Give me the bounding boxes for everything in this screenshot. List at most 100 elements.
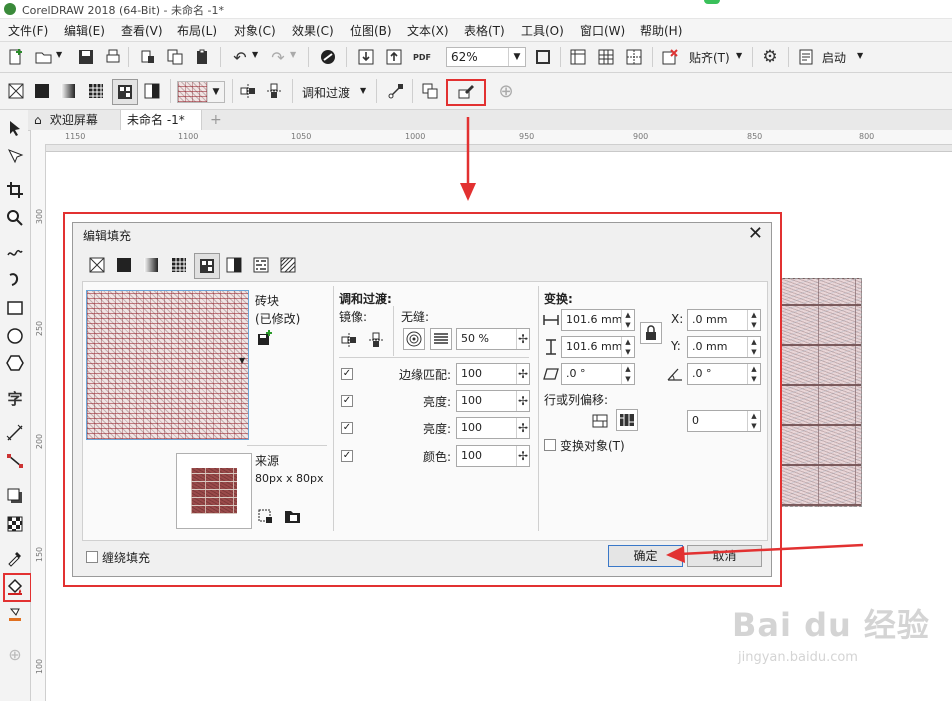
mirror-vertical-icon[interactable] [264,81,284,101]
bitmap-pattern-fill-icon[interactable] [112,79,138,105]
uniform-fill-icon[interactable] [32,81,52,101]
texture-fill-icon[interactable] [251,255,271,275]
chevron-down-icon[interactable]: ▼ [56,50,62,59]
uniform-fill-icon[interactable] [114,255,134,275]
corel-connect-icon[interactable] [318,47,338,67]
two-color-pattern-icon[interactable] [224,255,244,275]
menu-text[interactable]: 文本(X) [407,22,449,39]
menu-view[interactable]: 查看(V) [121,22,163,39]
brightness-input-2[interactable]: 100 ✢ [456,417,530,439]
drop-shadow-icon[interactable] [5,486,25,506]
import-icon[interactable] [356,47,376,67]
print-icon[interactable] [103,47,123,67]
mirror-vertical-icon[interactable] [366,330,386,350]
menu-file[interactable]: 文件(F) [8,22,48,39]
parallel-dimension-icon[interactable] [5,423,25,443]
snap-off-icon[interactable] [660,47,680,67]
save-pattern-icon[interactable] [255,328,275,348]
no-fill-icon[interactable] [87,255,107,275]
close-icon[interactable]: ✕ [748,223,763,244]
open-folder-icon[interactable] [34,47,54,67]
column-offset-icon[interactable] [616,409,638,431]
cut-icon[interactable] [138,47,158,67]
color-input[interactable]: 100 ✢ [456,445,530,467]
shape-tool-icon[interactable] [5,146,25,166]
chevron-down-icon[interactable]: ▼ [736,51,742,60]
mirror-horizontal-icon[interactable] [339,330,359,350]
menu-help[interactable]: 帮助(H) [640,22,682,39]
edge-match-input[interactable]: 100 ✢ [456,363,530,385]
export-icon[interactable] [384,47,404,67]
transform-object-checkbox[interactable] [544,439,556,451]
snap-to-button[interactable]: 贴齐(T) [689,49,730,66]
x-offset-input[interactable]: .0 mm ▲ ▼ [687,309,761,331]
rotate-input[interactable]: .0 ° ▲ ▼ [687,363,761,385]
spinner-arrows-icon[interactable]: ▲ ▼ [621,310,634,330]
pattern-picker[interactable]: ▼ [177,81,225,103]
pattern-preview[interactable] [86,290,249,440]
undo-icon[interactable]: ↶ [230,47,250,67]
paste-icon[interactable] [193,47,213,67]
fountain-fill-icon[interactable] [141,255,161,275]
freehand-tool-icon[interactable] [5,242,25,262]
vector-pattern-fill-icon[interactable] [169,255,189,275]
chevron-down-icon[interactable]: ▼ [857,51,863,60]
connector-tool-icon[interactable] [5,451,25,471]
polygon-tool-icon[interactable] [5,353,25,373]
slider-handle-icon[interactable]: ✢ [516,329,529,349]
mirror-horizontal-icon[interactable] [238,81,258,101]
edge-match-checkbox[interactable]: ✓ [341,368,353,380]
brightness-checkbox-1[interactable]: ✓ [341,395,353,407]
new-document-icon[interactable] [6,47,26,67]
zoom-level-select[interactable]: 62% ▼ [446,47,526,67]
color-checkbox[interactable]: ✓ [341,450,353,462]
postscript-fill-icon[interactable] [278,255,298,275]
spinner-arrows-icon[interactable]: ▲ ▼ [621,364,634,384]
launch-button[interactable]: 启动 [822,49,846,66]
slider-handle-icon[interactable]: ✢ [516,418,529,438]
pattern-height-input[interactable]: 101.6 mm ▲ ▼ [561,336,635,358]
menu-table[interactable]: 表格(T) [464,22,505,39]
menu-edit[interactable]: 编辑(E) [64,22,105,39]
two-color-pattern-icon[interactable] [142,81,162,101]
menu-layout[interactable]: 布局(L) [177,22,217,39]
guidelines-icon[interactable] [624,47,644,67]
menu-object[interactable]: 对象(C) [234,22,276,39]
transparency-tool-icon[interactable] [5,514,25,534]
blend-transition-button[interactable]: 调和过渡 [302,84,350,101]
tab-welcome[interactable]: ⌂ 欢迎屏幕 [28,110,118,130]
slider-handle-icon[interactable]: ✢ [516,391,529,411]
linear-seamless-icon[interactable] [430,328,452,350]
pdf-icon[interactable]: PDF [412,47,432,67]
copy-fill-icon[interactable] [420,81,440,101]
seamless-value-input[interactable]: 50 % ✢ [456,328,530,350]
slider-handle-icon[interactable]: ✢ [516,364,529,384]
chevron-down-icon[interactable]: ▼ [290,50,296,59]
new-tab-icon[interactable]: + [204,110,222,130]
launch-icon[interactable] [796,47,816,67]
chevron-down-icon[interactable]: ▼ [360,86,366,95]
pattern-width-input[interactable]: 101.6 mm ▲ ▼ [561,309,635,331]
radial-seamless-icon[interactable] [403,328,425,350]
rulers-icon[interactable] [568,47,588,67]
save-icon[interactable] [76,47,96,67]
menu-window[interactable]: 窗口(W) [580,22,625,39]
eyedropper-icon[interactable] [5,548,25,568]
row-offset-icon[interactable] [590,411,610,431]
crop-tool-icon[interactable] [5,180,25,200]
zoom-tool-icon[interactable] [5,208,25,228]
redo-icon[interactable]: ↷ [268,47,288,67]
lock-ratio-icon[interactable] [640,322,662,344]
text-tool-icon[interactable]: 字 [5,388,25,408]
copy-icon[interactable] [165,47,185,67]
grid-icon[interactable] [596,47,616,67]
brightness-checkbox-2[interactable]: ✓ [341,422,353,434]
brick-filled-rectangle[interactable] [780,278,862,507]
ellipse-tool-icon[interactable] [5,326,25,346]
menu-tools[interactable]: 工具(O) [521,22,564,39]
offset-value-input[interactable]: 0 ▲ ▼ [687,410,761,432]
menu-bitmap[interactable]: 位图(B) [350,22,392,39]
select-area-icon[interactable] [255,506,275,526]
skew-input[interactable]: .0 ° ▲ ▼ [561,363,635,385]
no-fill-icon[interactable] [6,81,26,101]
